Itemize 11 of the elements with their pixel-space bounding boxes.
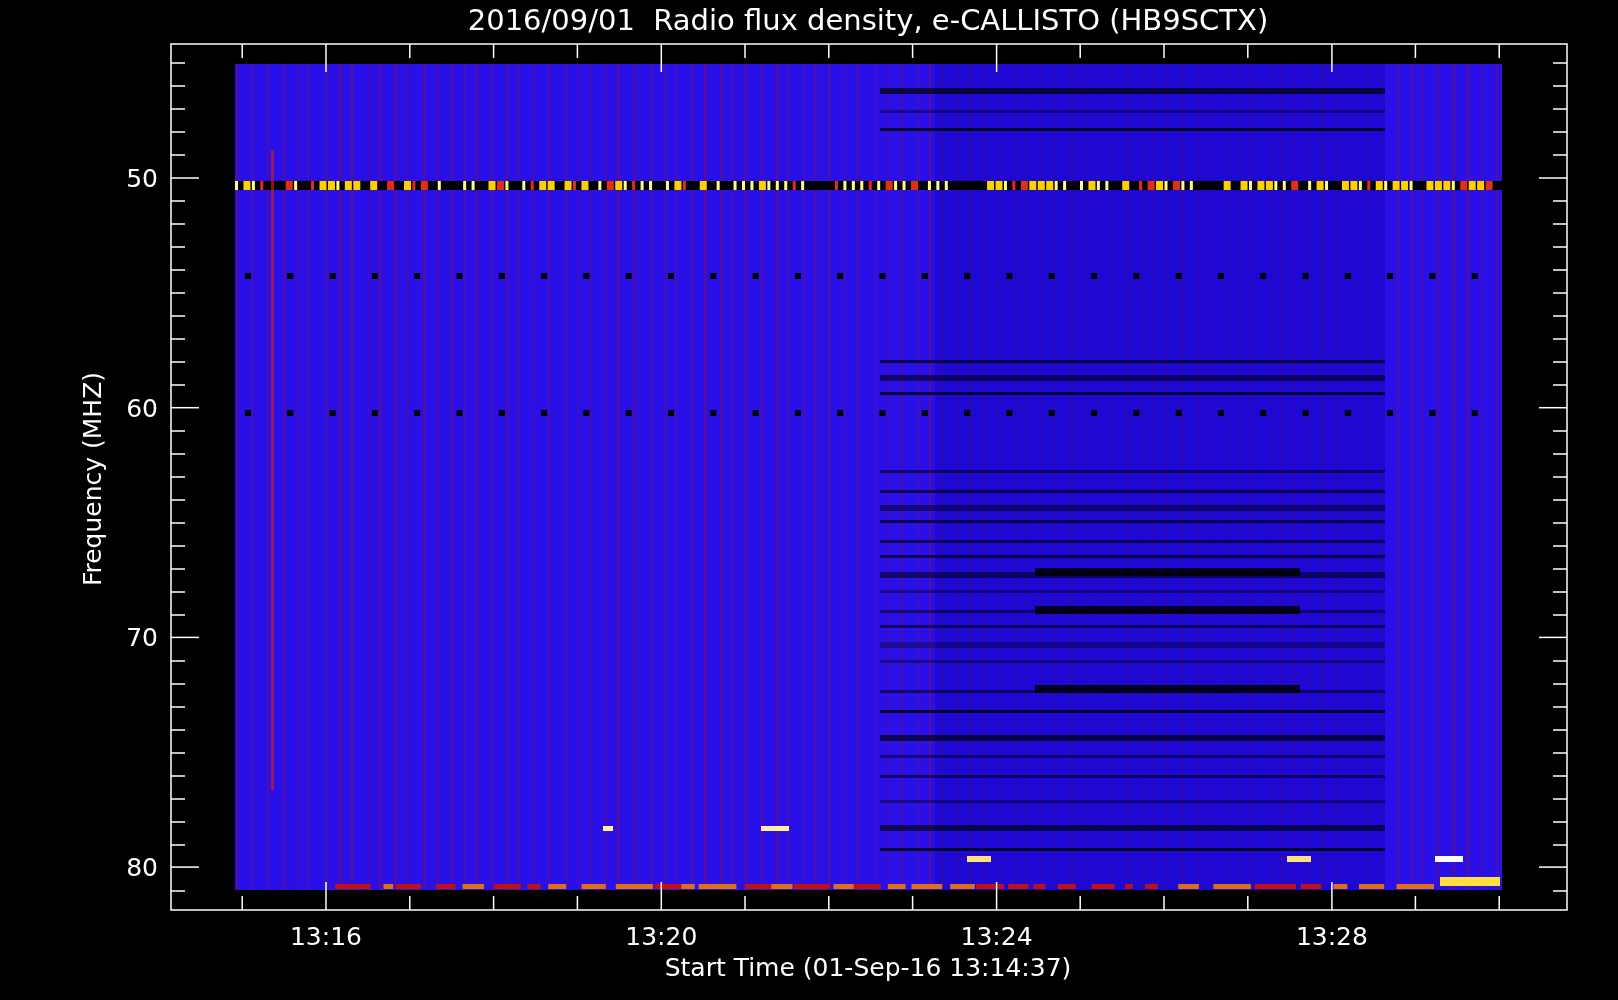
x-axis-label: Start Time (01-Sep-16 13:14:37): [664, 953, 1072, 982]
y-tick-label: 60: [126, 393, 158, 423]
chart-title: 2016/09/01 Radio flux density, e-CALLISTO (HB9SCTX): [467, 3, 1269, 37]
y-tick-label: 80: [126, 853, 158, 883]
y-tick-label: 70: [126, 623, 158, 653]
y-tick-label: 50: [126, 164, 158, 193]
y-axis-label: Frequency (MHZ): [78, 371, 107, 587]
x-tick-label: 13:20: [625, 922, 698, 951]
x-tick-label: 13:16: [290, 922, 362, 951]
x-tick-label: 13:24: [960, 922, 1033, 951]
x-tick-label: 13:28: [1295, 922, 1368, 951]
